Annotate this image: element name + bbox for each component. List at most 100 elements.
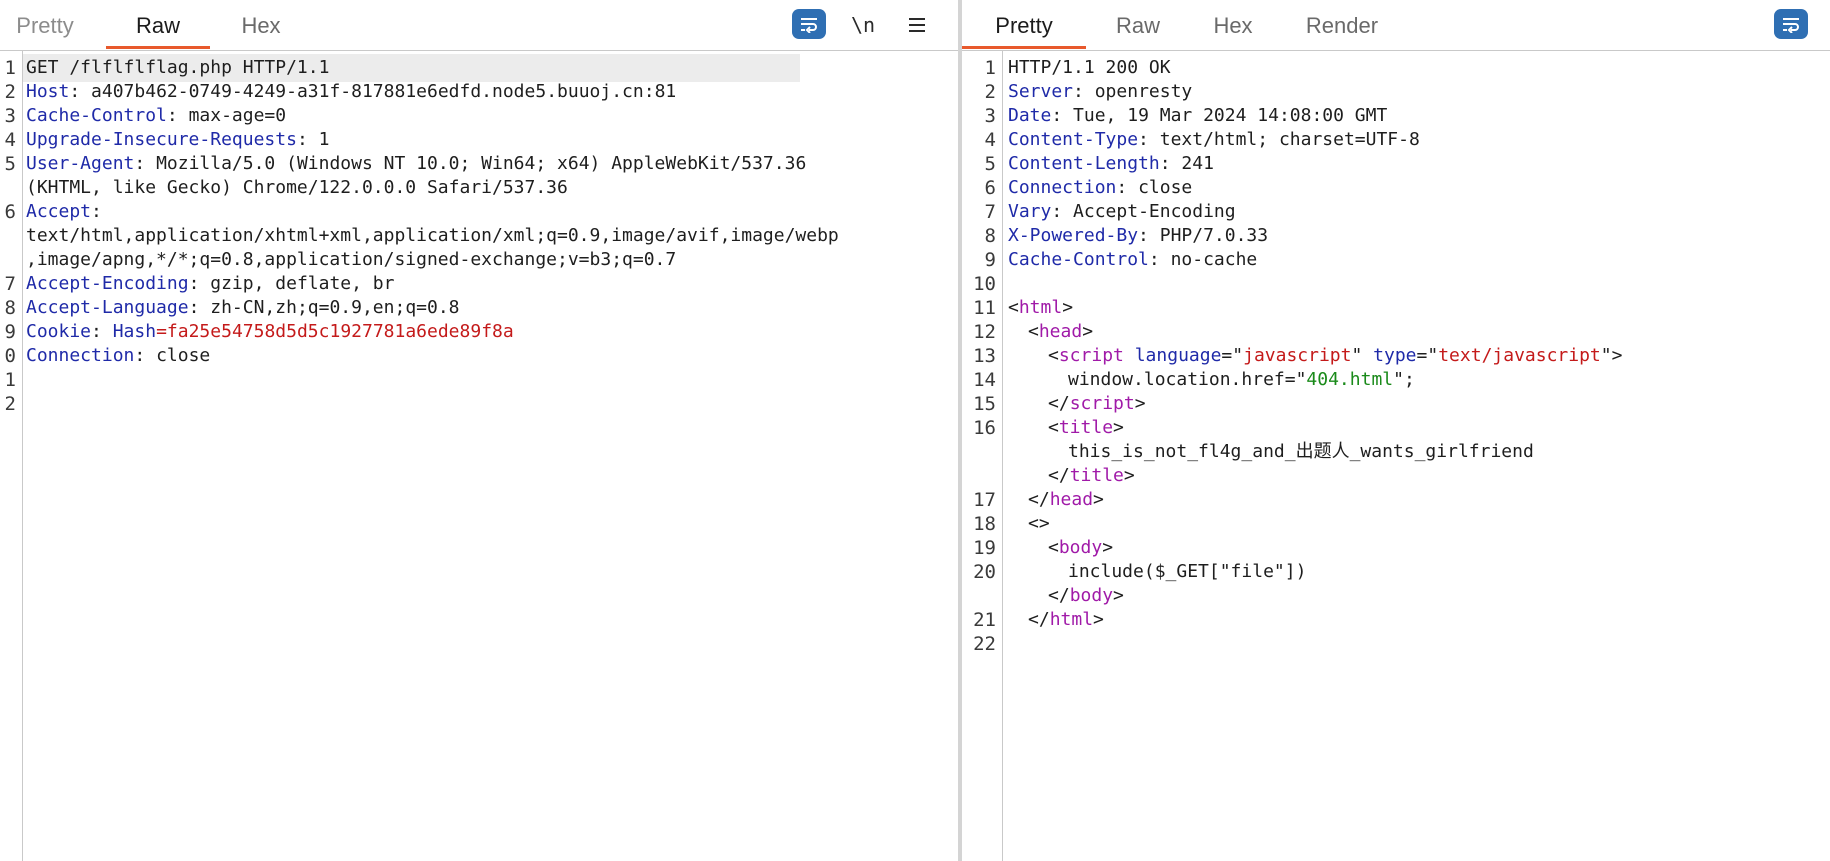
header-value: openresty (1094, 81, 1193, 102)
code-token: 404.html (1306, 369, 1394, 390)
header-value: close (1138, 177, 1193, 198)
header-name: Server (1008, 81, 1074, 102)
cookie-value: fa25e54758d5d5c1927781a6ede89f8a (166, 321, 514, 342)
header-value: 241 (1181, 153, 1214, 174)
code-token: body (1058, 537, 1103, 558)
header-separator: : (1051, 201, 1074, 222)
header-name: Content-Type (1008, 129, 1139, 150)
request-line[interactable] (0, 390, 958, 418)
header-value: text/html; charset=UTF-8 (1159, 129, 1420, 150)
response-line[interactable] (962, 630, 1830, 658)
header-separator: : (1116, 177, 1139, 198)
header-value: close (156, 345, 211, 366)
cookie-name: Hash (112, 321, 157, 342)
code-text: (KHTML, like Gecko) Chrome/122.0.0.0 Saf… (26, 177, 568, 198)
header-separator: : (69, 81, 92, 102)
code-token: > (1113, 585, 1124, 606)
code-text: ,image/apng,*/*;q=0.8,application/signed… (26, 249, 677, 270)
code-token: include($_GET["file"]) (1068, 561, 1307, 582)
response-tab-hex[interactable]: Hex (1198, 0, 1268, 48)
header-separator: : (1051, 105, 1074, 126)
header-separator: : (1138, 129, 1160, 150)
header-name: Accept-Encoding (26, 273, 189, 294)
header-name: Upgrade-Insecure-Requests (26, 129, 297, 150)
code-text: text/html,application/xhtml+xml,applicat… (26, 225, 839, 246)
code-token: script (1069, 393, 1135, 414)
request-tab-pretty[interactable]: Pretty (0, 0, 90, 48)
header-separator: : (91, 201, 102, 222)
header-value: Tue, 19 Mar 2024 14:08:00 GMT (1073, 105, 1388, 126)
header-name: Cache-Control (1008, 249, 1149, 270)
header-separator: : (1138, 225, 1160, 246)
response-tab-pretty[interactable]: Pretty (962, 0, 1086, 49)
code-token: text/javascript (1438, 345, 1601, 366)
header-name: Connection (26, 345, 135, 366)
header-name: Accept-Language (26, 297, 189, 318)
response-wrap-lines-button[interactable] (1774, 9, 1808, 39)
header-name: Date (1008, 105, 1052, 126)
code-token: body (1069, 585, 1114, 606)
header-separator: : (166, 105, 189, 126)
code-token: =" (1416, 345, 1439, 366)
code-token: javascript (1243, 345, 1352, 366)
request-pane: Pretty Raw Hex \n 1 GET /flflflflag.php H… (0, 0, 958, 861)
response-tab-render[interactable]: Render (1280, 0, 1404, 48)
header-value: zh-CN,zh;q=0.9,en;q=0.8 (210, 297, 460, 318)
request-tab-raw[interactable]: Raw (106, 0, 210, 49)
header-value: Mozilla/5.0 (Windows NT 10.0; Win64; x64… (156, 153, 807, 174)
header-separator: : (1148, 249, 1171, 270)
response-tab-raw[interactable]: Raw (1098, 0, 1178, 48)
code-token: > (1093, 609, 1104, 630)
header-separator: : (134, 345, 157, 366)
header-separator: : (1159, 153, 1182, 174)
header-name: Host (26, 81, 70, 102)
code-token: > (1093, 489, 1104, 510)
header-name: X-Powered-By (1008, 225, 1139, 246)
code-token: title (1069, 465, 1124, 486)
response-pane: Pretty Raw Hex Render 1 HTTP/1.1 200 OK 2 S… (962, 0, 1830, 861)
code-token: <> (1028, 513, 1050, 534)
code-token: </ (1028, 489, 1050, 510)
header-value: gzip, deflate, br (210, 273, 395, 294)
wrap-lines-icon (1783, 18, 1799, 33)
header-separator: : (134, 153, 157, 174)
line-number: 2 (4, 393, 16, 415)
response-tab-bar: Pretty Raw Hex Render (962, 0, 1830, 51)
request-newline-toggle[interactable]: \n (846, 9, 880, 41)
response-editor[interactable]: 1 HTTP/1.1 200 OK 2 Server: openresty 3 Date:… (962, 51, 1830, 861)
header-name: Content-Length (1008, 153, 1160, 174)
code-token: > (1113, 417, 1124, 438)
code-token: </ (1048, 585, 1070, 606)
code-token: > (1082, 321, 1094, 342)
header-separator: : (1073, 81, 1095, 102)
request-tab-bar: Pretty Raw Hex \n (0, 0, 958, 51)
request-menu-button[interactable] (900, 9, 934, 41)
code-token: language (1134, 345, 1222, 366)
code-token: script (1058, 345, 1124, 366)
code-token: > (1123, 465, 1135, 486)
header-value: max-age=0 (188, 105, 287, 126)
header-value: 1 (318, 129, 330, 150)
code-token: < (1048, 537, 1059, 558)
code-token: head (1049, 489, 1094, 510)
request-wrap-lines-button[interactable] (792, 9, 826, 39)
code-token: </ (1028, 609, 1050, 630)
request-tab-hex[interactable]: Hex (226, 0, 296, 48)
header-name: Cache-Control (26, 105, 167, 126)
code-text: GET /flflflflag.php HTTP/1.1 (26, 57, 330, 78)
code-token: < (1048, 417, 1059, 438)
code-token: > (1134, 393, 1146, 414)
header-value: PHP/7.0.33 (1159, 225, 1269, 246)
code-token: html (1049, 609, 1094, 630)
request-editor[interactable]: 1 GET /flflflflag.php HTTP/1.1 2 Host: a407… (0, 51, 958, 861)
code-token: " (1351, 345, 1374, 366)
code-token: </ (1048, 393, 1070, 414)
header-separator: : (188, 297, 211, 318)
code-text: HTTP/1.1 200 OK (1008, 57, 1171, 78)
code-token: this_is_not_fl4g_and_出题人_wants_girlfrien… (1068, 441, 1534, 462)
code-token: > (1102, 537, 1114, 558)
line-number: 22 (973, 633, 996, 655)
header-separator: : (296, 129, 319, 150)
code-token: html (1018, 297, 1063, 318)
